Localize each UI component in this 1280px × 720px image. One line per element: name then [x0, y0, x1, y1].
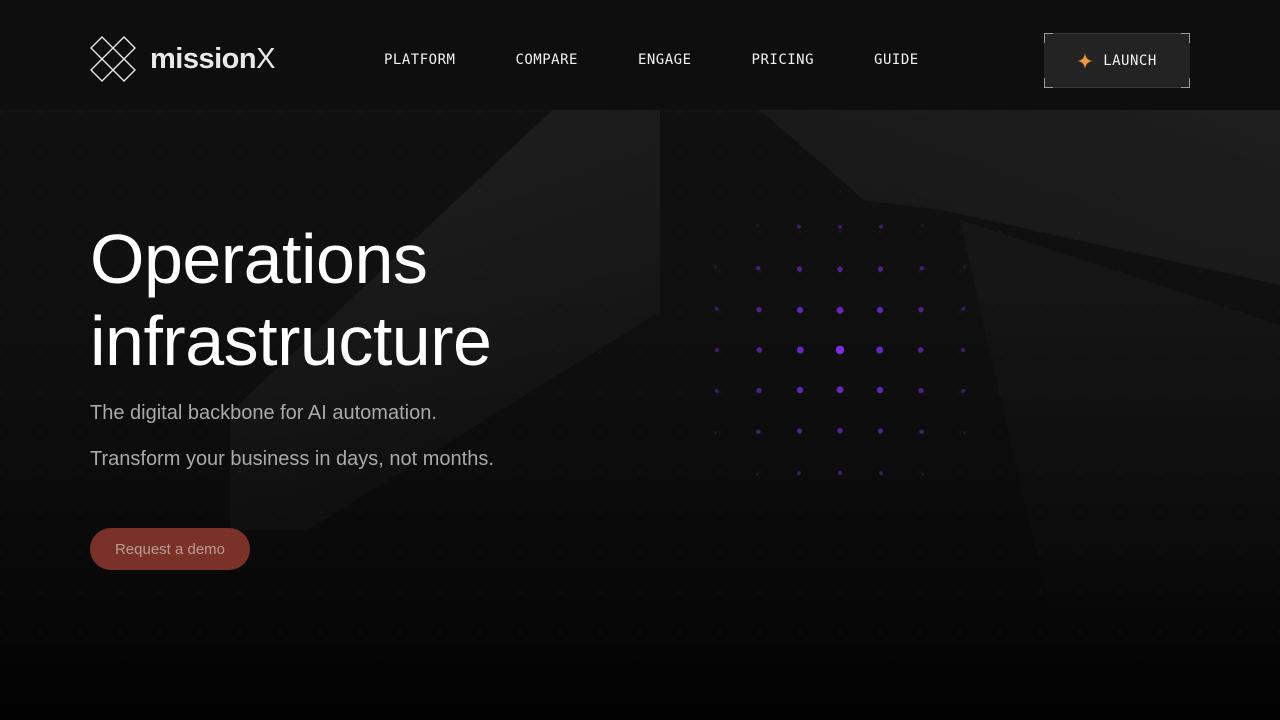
sphere-dot: [919, 429, 924, 434]
sphere-dot: [796, 428, 803, 434]
sphere-dot: [837, 266, 843, 273]
sphere-dot: [756, 429, 761, 434]
sphere-dot: [756, 347, 763, 353]
sphere-dot: [876, 306, 884, 314]
sphere-dot: [796, 306, 804, 314]
sphere-dot: [877, 428, 884, 434]
hero-title-line-1: Operations: [90, 220, 428, 298]
sphere-dot: [796, 346, 804, 354]
landing-page: missionX PLATFORM COMPARE ENGAGE PRICING…: [0, 0, 1280, 720]
sphere-dot: [960, 347, 966, 353]
sphere-dot: [837, 470, 843, 476]
primary-nav: PLATFORM COMPARE ENGAGE PRICING GUIDE: [384, 52, 979, 68]
sphere-dot: [876, 386, 884, 394]
sphere-dot: [714, 389, 719, 394]
sphere-dot: [836, 386, 844, 394]
launch-button[interactable]: LAUNCH: [1044, 33, 1190, 88]
sphere-dot: [961, 389, 966, 394]
dot-sphere-graphic: [714, 224, 966, 476]
nav-link-pricing[interactable]: PRICING: [752, 52, 815, 68]
sphere-dot: [835, 345, 845, 355]
sphere-dot: [918, 306, 924, 313]
sphere-dot: [796, 386, 804, 394]
sphere-dot: [755, 224, 759, 228]
hero-title-line-2: infrastructure: [90, 302, 492, 380]
hero-subtitle-1: The digital backbone for AI automation.: [90, 402, 437, 424]
sphere-dot: [756, 387, 762, 394]
brand-logo[interactable]: missionX: [90, 36, 275, 82]
sphere-dot: [877, 266, 884, 272]
sphere-dot: [796, 266, 803, 272]
sphere-dot: [962, 431, 966, 435]
sphere-dot: [919, 266, 924, 271]
hero-subtitle-2: Transform your business in days, not mon…: [90, 448, 494, 470]
sphere-dot: [961, 306, 966, 311]
sphere-dot: [921, 472, 925, 476]
sparkle-icon: [1077, 52, 1094, 69]
sphere-dot: [962, 265, 966, 269]
launch-button-label: LAUNCH: [1103, 52, 1157, 69]
missionx-logo-icon: [90, 36, 136, 82]
button-border-bottom: [1053, 87, 1181, 88]
sphere-dot: [756, 306, 762, 313]
sphere-dot: [756, 266, 761, 271]
sphere-dot: [714, 431, 718, 435]
sphere-dot: [876, 346, 884, 354]
sphere-dot: [796, 471, 801, 476]
corner-bracket: [1044, 33, 1054, 43]
sphere-dot: [796, 224, 801, 229]
nav-link-compare[interactable]: COMPARE: [515, 52, 578, 68]
top-navigation: missionX PLATFORM COMPARE ENGAGE PRICING…: [0, 0, 1280, 110]
sphere-dot: [917, 347, 924, 353]
corner-bracket: [1180, 33, 1190, 43]
brand-name: missionX: [150, 42, 275, 75]
corner-bracket: [1180, 78, 1190, 88]
hero-title: Operations infrastructure: [90, 218, 492, 382]
sphere-dot: [879, 224, 884, 229]
sphere-dot: [921, 224, 925, 228]
request-demo-button[interactable]: Request a demo: [90, 528, 250, 570]
sphere-dot: [714, 347, 720, 353]
nav-link-guide[interactable]: GUIDE: [874, 52, 919, 68]
sphere-dot: [714, 306, 719, 311]
sphere-dot: [879, 471, 884, 476]
sphere-dot: [714, 265, 718, 269]
sphere-dot: [755, 472, 759, 476]
sphere-dot: [918, 387, 924, 394]
nav-link-platform[interactable]: PLATFORM: [384, 52, 455, 68]
sphere-dot: [837, 224, 843, 230]
sphere-dot: [837, 427, 843, 434]
sphere-dot: [836, 306, 844, 314]
button-border-top: [1053, 33, 1181, 34]
nav-link-engage[interactable]: ENGAGE: [638, 52, 692, 68]
